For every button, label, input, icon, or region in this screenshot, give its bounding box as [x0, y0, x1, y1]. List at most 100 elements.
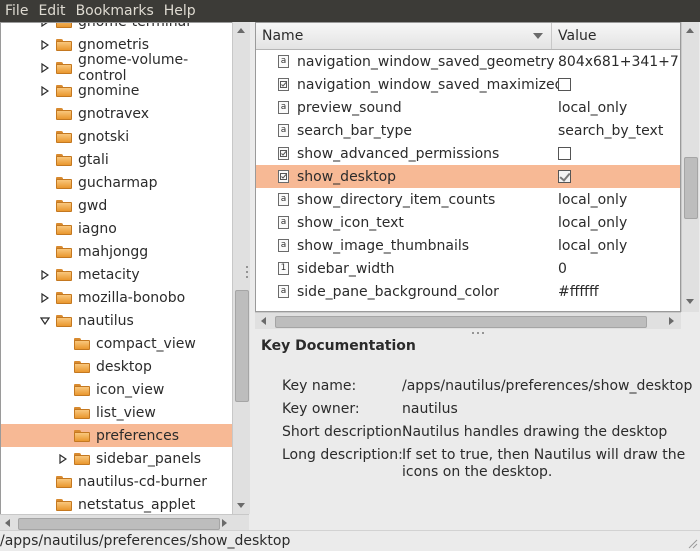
key-value[interactable]: local_only — [558, 215, 627, 231]
table-vscroll-thumb[interactable] — [684, 157, 698, 219]
table-row[interactable]: a show_icon_text local_only — [256, 211, 680, 234]
tree-vscroll-thumb[interactable] — [235, 290, 249, 402]
table-horizontal-scrollbar[interactable] — [255, 312, 681, 329]
scroll-left-icon[interactable] — [5, 519, 10, 527]
key-value[interactable]: #ffffff — [558, 284, 599, 300]
table-row[interactable]: show_desktop — [256, 165, 680, 188]
resize-grip-icon[interactable] — [686, 537, 698, 549]
pane-resize-grip[interactable] — [244, 264, 250, 280]
tree-horizontal-scrollbar[interactable] — [0, 514, 249, 531]
tree-hscroll-thumb[interactable] — [18, 518, 220, 530]
menu-file[interactable]: File — [0, 0, 33, 22]
tree-item[interactable]: gnotravex — [1, 102, 233, 125]
table-row[interactable]: a search_bar_type search_by_text — [256, 119, 680, 142]
short-description-label: Short description: — [282, 424, 407, 440]
table-row[interactable]: a side_pane_background_color #ffffff — [256, 280, 680, 303]
tree-item[interactable]: gnome-terminal — [1, 23, 233, 33]
tree-item[interactable]: preferences — [1, 424, 233, 447]
sort-descending-icon — [533, 33, 543, 39]
table-row[interactable]: a show_directory_item_counts local_only — [256, 188, 680, 211]
table-row[interactable]: a navigation_window_saved_geometry 804x681… — [256, 50, 680, 73]
folder-icon — [56, 498, 72, 511]
tree-item[interactable]: icon_view — [1, 378, 233, 401]
tree-item[interactable]: compact_view — [1, 332, 233, 355]
expander-collapsed-icon[interactable] — [39, 62, 51, 74]
string-type-icon: a — [278, 101, 289, 114]
tree-item-label: gnomine — [78, 82, 140, 99]
tree-item[interactable]: desktop — [1, 355, 233, 378]
tree-item[interactable]: gwd — [1, 194, 233, 217]
scroll-right-icon[interactable] — [669, 317, 674, 325]
tree-item[interactable]: gtali — [1, 148, 233, 171]
folder-icon — [56, 245, 72, 258]
string-type-icon: a — [278, 55, 289, 68]
table-row[interactable]: navigation_window_saved_maximized — [256, 73, 680, 96]
tree-item-label: iagno — [78, 220, 117, 237]
folder-icon — [56, 475, 72, 488]
key-value[interactable]: search_by_text — [558, 123, 663, 139]
tree-item[interactable]: iagno — [1, 217, 233, 240]
key-name-value: /apps/nautilus/preferences/show_desktop — [402, 378, 693, 394]
tree-item[interactable]: gucharmap — [1, 171, 233, 194]
key-value[interactable]: local_only — [558, 238, 627, 254]
tree-item[interactable]: gnome-volume-control — [1, 52, 233, 84]
scroll-left-icon[interactable] — [261, 317, 266, 325]
scroll-up-icon[interactable] — [686, 28, 694, 33]
scroll-right-icon[interactable] — [222, 519, 227, 527]
table-hscroll-thumb[interactable] — [275, 316, 647, 328]
value-checkbox[interactable] — [558, 147, 571, 160]
column-header-name[interactable]: Name — [256, 23, 552, 49]
tree-item[interactable]: sidebar_panels — [1, 447, 233, 470]
column-header-value-label: Value — [558, 28, 597, 44]
table-row[interactable]: a preview_sound local_only — [256, 96, 680, 119]
status-path: /apps/nautilus/preferences/show_desktop — [0, 533, 291, 549]
key-value[interactable]: local_only — [558, 100, 627, 116]
expander-collapsed-icon[interactable] — [39, 23, 51, 28]
expander-collapsed-icon[interactable] — [39, 39, 51, 51]
menu-bookmarks[interactable]: Bookmarks — [71, 0, 159, 22]
tree-item[interactable]: gnotski — [1, 125, 233, 148]
tree-item[interactable]: nautilus — [1, 309, 233, 332]
key-value[interactable]: 804x681+341+77 — [558, 54, 680, 70]
menu-help[interactable]: Help — [159, 0, 201, 22]
tree-item[interactable]: nautilus-cd-burner — [1, 470, 233, 493]
expander-collapsed-icon[interactable] — [57, 453, 69, 465]
tree-item[interactable]: gnomine — [1, 79, 233, 102]
tree-item-label: metacity — [78, 266, 140, 283]
scroll-up-icon[interactable] — [237, 28, 245, 33]
tree-item[interactable]: netstatus_applet — [1, 493, 233, 515]
tree-item-label: sidebar_panels — [96, 450, 202, 467]
value-checkbox[interactable] — [558, 170, 571, 183]
doc-title: Key Documentation — [261, 338, 416, 354]
expander-collapsed-icon[interactable] — [39, 269, 51, 281]
scroll-down-icon[interactable] — [686, 299, 694, 304]
table-row-partial[interactable] — [256, 303, 680, 311]
table-row[interactable]: 1 sidebar_width 0 — [256, 257, 680, 280]
tree-item[interactable]: metacity — [1, 263, 233, 286]
tree-item[interactable]: mahjongg — [1, 240, 233, 263]
value-checkbox[interactable] — [558, 78, 571, 91]
folder-icon — [74, 360, 90, 373]
folder-icon — [56, 38, 72, 51]
expander-collapsed-icon[interactable] — [39, 292, 51, 304]
key-value[interactable]: 0 — [558, 261, 567, 277]
tree-item[interactable]: list_view — [1, 401, 233, 424]
tree-item-label: preferences — [96, 427, 180, 444]
directory-tree[interactable]: gnome-terminal gnometrisgnome-volume-cont… — [0, 22, 233, 515]
menu-edit[interactable]: Edit — [33, 0, 70, 22]
doc-pane-resize-grip[interactable] — [470, 331, 486, 335]
table-row[interactable]: a show_image_thumbnails local_only — [256, 234, 680, 257]
expander-expanded-icon[interactable] — [39, 315, 51, 327]
tree-item[interactable]: mozilla-bonobo — [1, 286, 233, 309]
expander-collapsed-icon[interactable] — [39, 85, 51, 97]
scroll-down-icon[interactable] — [237, 503, 245, 508]
folder-icon — [74, 406, 90, 419]
table-vertical-scrollbar[interactable] — [681, 22, 699, 312]
column-header-value[interactable]: Value — [552, 23, 680, 49]
keys-table[interactable]: Name Value a navigation_window_saved_geom… — [255, 22, 681, 312]
table-row[interactable]: show_advanced_permissions — [256, 142, 680, 165]
key-value[interactable]: local_only — [558, 192, 627, 208]
